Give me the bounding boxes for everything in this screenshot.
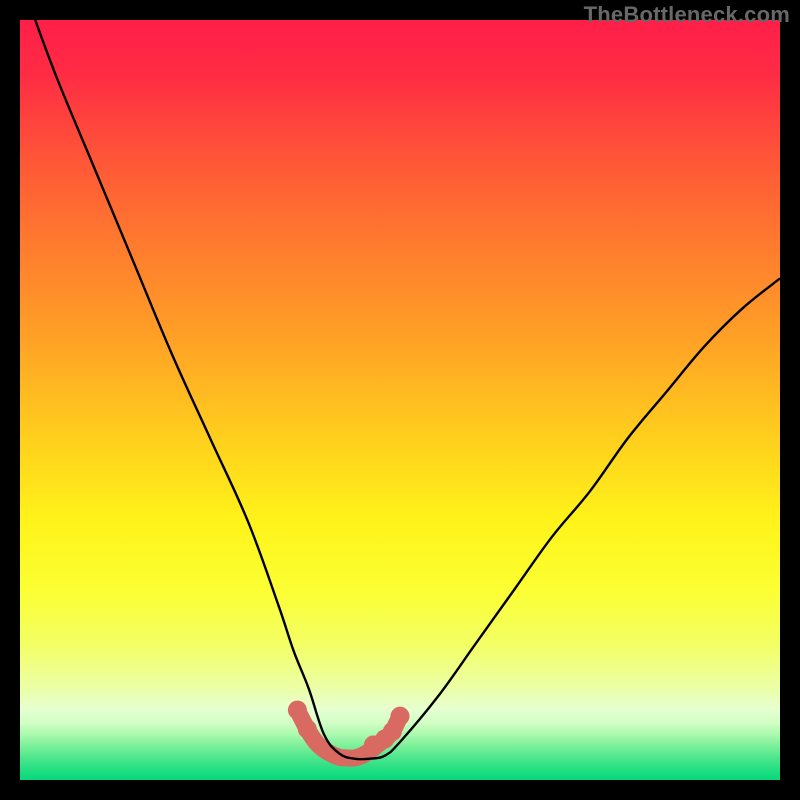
basin-dot bbox=[288, 701, 307, 720]
plot-area bbox=[20, 20, 780, 780]
outer-black-frame: TheBottleneck.com bbox=[0, 0, 800, 800]
basin-dot bbox=[391, 707, 410, 726]
basin-dot bbox=[298, 720, 317, 739]
chart-svg bbox=[20, 20, 780, 780]
gradient-background bbox=[20, 20, 780, 780]
watermark-text: TheBottleneck.com bbox=[584, 2, 790, 28]
